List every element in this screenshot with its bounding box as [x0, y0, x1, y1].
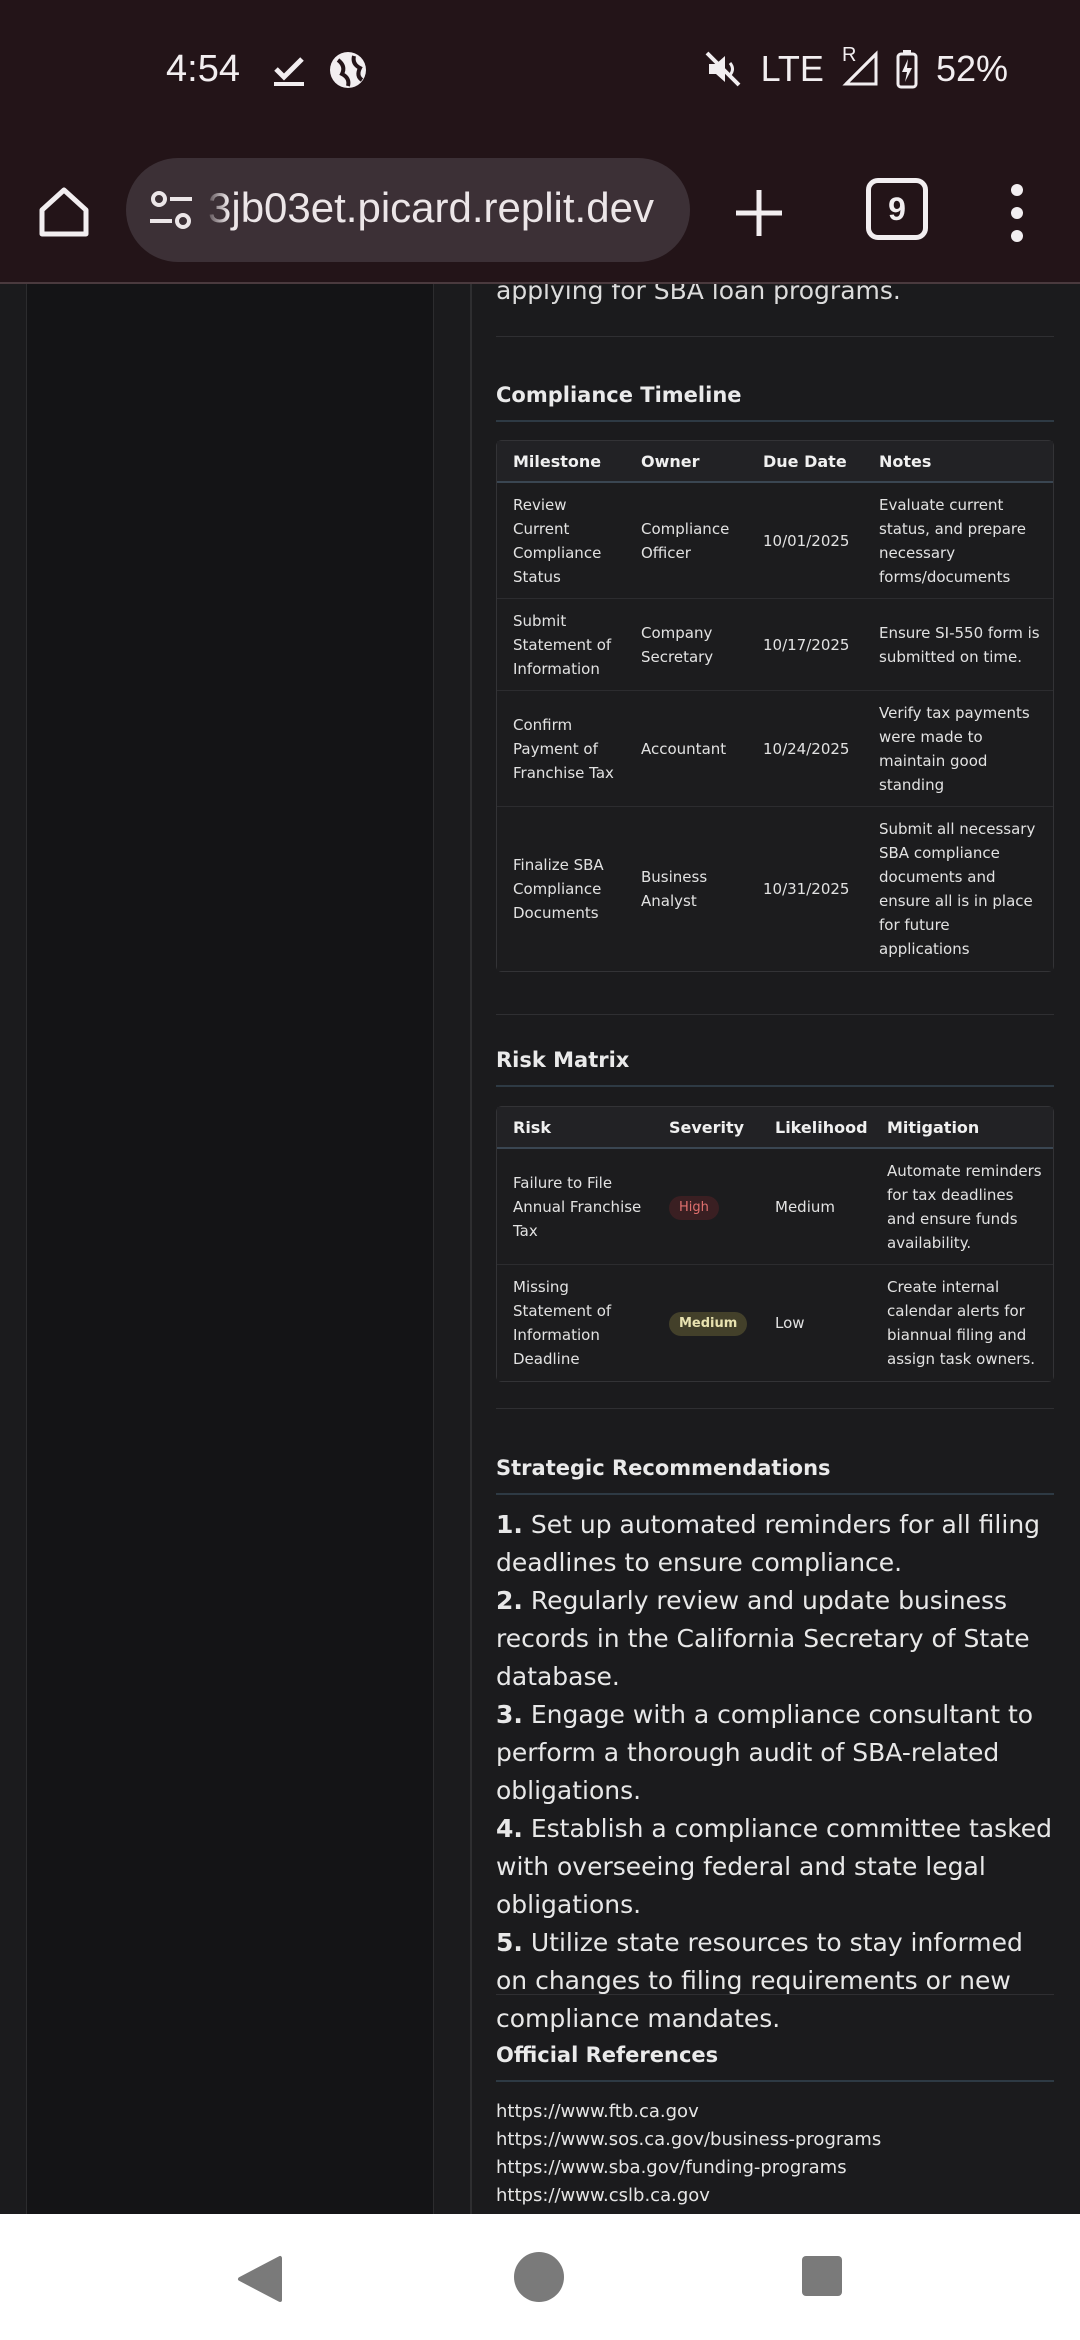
timeline-heading: Compliance Timeline: [496, 383, 742, 407]
table-header: Risk: [497, 1107, 653, 1149]
divider: [496, 1408, 1054, 1409]
reference-link[interactable]: https://www.sba.gov/funding-programs: [496, 2154, 881, 2182]
more-menu-icon[interactable]: [1002, 180, 1032, 246]
table-header: Notes: [863, 441, 1053, 483]
mitigation-cell: Create internal calendar alerts for bian…: [871, 1265, 1053, 1381]
likelihood-cell: Medium: [759, 1149, 871, 1265]
table-header: Due Date: [747, 441, 863, 483]
due-date-cell: 10/17/2025: [747, 599, 863, 691]
divider: [496, 336, 1054, 337]
table-header: Severity: [653, 1107, 759, 1149]
back-icon[interactable]: [236, 2254, 284, 2304]
status-bar: 4:54 LTE R 52%: [0, 0, 1080, 142]
sidebar: [26, 284, 434, 2214]
table-row: Finalize SBA Compliance Documents Busine…: [497, 807, 1053, 971]
recommendations-heading: Strategic Recommendations: [496, 1456, 831, 1480]
owner-cell: Compliance Officer: [625, 483, 747, 599]
risk-heading: Risk Matrix: [496, 1048, 630, 1072]
owner-cell: Company Secretary: [625, 599, 747, 691]
references-list: https://www.ftb.ca.gov https://www.sos.c…: [496, 2098, 881, 2210]
notes-cell: Ensure SI-550 form is submitted on time.: [863, 599, 1053, 691]
table-header: Likelihood: [759, 1107, 871, 1149]
battery-charging-icon: [896, 50, 918, 89]
table-header: Milestone: [497, 441, 625, 483]
new-tab-icon[interactable]: [728, 182, 790, 244]
likelihood-cell: Low: [759, 1265, 871, 1381]
mitigation-cell: Automate reminders for tax deadlines and…: [871, 1149, 1053, 1265]
table-row: Failure to File Annual Franchise Tax Hig…: [497, 1149, 1053, 1265]
divider: [496, 1014, 1054, 1015]
globe-icon: [330, 52, 366, 88]
owner-cell: Accountant: [625, 691, 747, 807]
risk-cell: Failure to File Annual Franchise Tax: [497, 1149, 653, 1265]
table-row: Confirm Payment of Franchise Tax Account…: [497, 691, 1053, 807]
reference-link[interactable]: https://www.sos.ca.gov/business-programs: [496, 2126, 881, 2154]
divider: [496, 1994, 1054, 1995]
network-type: LTE: [760, 48, 824, 89]
milestone-cell: Review Current Compliance Status: [497, 483, 625, 599]
home-icon[interactable]: [34, 182, 94, 242]
severity-badge-medium: Medium: [669, 1312, 748, 1336]
table-row: Missing Statement of Information Deadlin…: [497, 1265, 1053, 1381]
due-date-cell: 10/31/2025: [747, 807, 863, 971]
table-header: Owner: [625, 441, 747, 483]
recommendation-item: 4. Establish a compliance committee task…: [496, 1814, 1053, 1919]
severity-badge-high: High: [669, 1195, 719, 1220]
notes-cell: Submit all necessary SBA compliance docu…: [863, 807, 1053, 971]
clock: 4:54: [166, 48, 240, 90]
signal-icon: R: [842, 44, 878, 88]
intro-paragraph: applying for SBA loan programs.: [496, 284, 901, 305]
milestone-cell: Confirm Payment of Franchise Tax: [497, 691, 625, 807]
milestone-cell: Finalize SBA Compliance Documents: [497, 807, 625, 971]
mute-icon: [705, 51, 740, 87]
home-nav-icon[interactable]: [514, 2252, 564, 2302]
recommendations-list: 1. Set up automated reminders for all fi…: [496, 1506, 1054, 2038]
references-heading: Official References: [496, 2043, 719, 2067]
table-header: Mitigation: [871, 1107, 1053, 1149]
notes-cell: Verify tax payments were made to maintai…: [863, 691, 1053, 807]
web-page: applying for SBA loan programs. Complian…: [0, 284, 1080, 2214]
reference-link[interactable]: https://www.cslb.ca.gov: [496, 2182, 881, 2210]
system-nav-bar: [0, 2214, 1080, 2340]
recents-icon[interactable]: [802, 2256, 842, 2296]
risk-table: Risk Severity Likelihood Mitigation Fail…: [496, 1106, 1054, 1382]
check-download-icon: [274, 57, 304, 86]
risk-cell: Missing Statement of Information Deadlin…: [497, 1265, 653, 1381]
recommendation-item: 5. Utilize state resources to stay infor…: [496, 1928, 1023, 2033]
reference-link[interactable]: https://www.ftb.ca.gov: [496, 2098, 881, 2126]
recommendation-item: 3. Engage with a compliance consultant t…: [496, 1700, 1034, 1805]
notes-cell: Evaluate current status, and prepare nec…: [863, 483, 1053, 599]
address-bar[interactable]: 3jb03et.picard.replit.dev: [126, 158, 690, 262]
timeline-table: Milestone Owner Due Date Notes Review Cu…: [496, 440, 1054, 972]
due-date-cell: 10/24/2025: [747, 691, 863, 807]
milestone-cell: Submit Statement of Information: [497, 599, 625, 691]
recommendation-item: 2. Regularly review and update business …: [496, 1586, 1030, 1691]
owner-cell: Business Analyst: [625, 807, 747, 971]
table-row: Review Current Compliance Status Complia…: [497, 483, 1053, 599]
battery-percent: 52%: [935, 48, 1008, 89]
site-settings-icon[interactable]: [148, 188, 194, 232]
recommendation-item: 1. Set up automated reminders for all fi…: [496, 1510, 1041, 1577]
tab-switcher-button[interactable]: 9: [866, 178, 928, 240]
due-date-cell: 10/01/2025: [747, 483, 863, 599]
table-row: Submit Statement of Information Company …: [497, 599, 1053, 691]
browser-toolbar: 3jb03et.picard.replit.dev 9: [0, 142, 1080, 284]
url-text: 3jb03et.picard.replit.dev: [208, 184, 654, 231]
